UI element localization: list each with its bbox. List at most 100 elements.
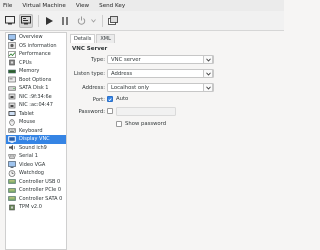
- os-icon: [8, 42, 16, 50]
- sidebar-item-label: Watchdog: [19, 170, 44, 177]
- password-field[interactable]: [116, 107, 176, 116]
- details-panel: Details XML VNC Server Type: VNC server …: [69, 32, 284, 250]
- hardware-list[interactable]: Overview OS information Performance CPUs…: [5, 32, 67, 250]
- sidebar-item-watchdog[interactable]: Watchdog: [6, 169, 66, 178]
- snapshot-icon: [108, 16, 118, 25]
- sidebar-item-label: Boot Options: [19, 76, 52, 83]
- tablet-icon: [8, 110, 16, 117]
- pause-button[interactable]: [58, 14, 72, 28]
- type-label: Type:: [91, 57, 105, 63]
- sidebar-item-label: Performance: [19, 51, 51, 58]
- listen-type-value: Address: [111, 70, 133, 77]
- pause-icon: [62, 16, 68, 25]
- mouse-icon: [8, 118, 16, 126]
- sidebar-item-controller-sata-0[interactable]: Controller SATA 0: [6, 195, 66, 204]
- sidebar-item-label: NIC :ac:04:47: [19, 102, 53, 109]
- sidebar-item-keyboard[interactable]: Keyboard: [6, 127, 66, 136]
- sidebar-item-label: CPUs: [19, 59, 32, 66]
- password-label: Password:: [78, 109, 105, 115]
- menu-virtual-machine[interactable]: Virtual Machine: [22, 3, 65, 9]
- controller-icon: [8, 178, 16, 185]
- address-select[interactable]: Localhost only: [107, 83, 214, 92]
- sidebar-item-tablet[interactable]: Tablet: [6, 110, 66, 119]
- menu-view[interactable]: View: [76, 3, 89, 9]
- nic-icon: [8, 102, 16, 109]
- toolbar-separator: [102, 14, 103, 27]
- console-button[interactable]: [3, 14, 17, 28]
- sidebar-item-label: Sound ich9: [19, 144, 47, 151]
- sidebar-item-label: Controller SATA 0: [19, 195, 63, 202]
- type-select[interactable]: VNC server: [107, 55, 214, 64]
- keyboard-icon: [8, 127, 16, 134]
- run-icon: [46, 16, 53, 25]
- sidebar-item-performance[interactable]: Performance: [6, 50, 66, 59]
- port-auto-label: Auto: [116, 96, 129, 102]
- sidebar-item-sata-disk-1[interactable]: SATA Disk 1: [6, 84, 66, 93]
- chevron-down-icon: [203, 69, 213, 78]
- port-label: Port:: [92, 97, 105, 103]
- sidebar-item-controller-pcie-0[interactable]: Controller PCIe 0: [6, 186, 66, 195]
- sidebar-item-label: Controller USB 0: [19, 178, 61, 185]
- port-auto-checkbox[interactable]: [107, 96, 113, 102]
- section-title: VNC Server: [72, 46, 108, 52]
- menubar: File Virtual Machine View Send Key: [0, 0, 284, 11]
- power-menu-button[interactable]: [90, 14, 97, 28]
- sidebar-item-memory[interactable]: Memory: [6, 67, 66, 76]
- listen-type-label: Listen type:: [73, 71, 105, 77]
- sidebar-item-label: Serial 1: [19, 153, 38, 160]
- sidebar-item-nic-2[interactable]: NIC :ac:04:47: [6, 101, 66, 110]
- tab-details[interactable]: Details: [70, 34, 96, 43]
- performance-icon: [8, 50, 16, 58]
- sidebar-item-label: SATA Disk 1: [19, 85, 49, 92]
- snapshot-button[interactable]: [106, 14, 120, 28]
- video-icon: [8, 161, 16, 169]
- sidebar-item-label: Overview: [19, 34, 43, 41]
- sidebar-item-label: Tablet: [19, 110, 34, 117]
- sidebar-item-serial-1[interactable]: Serial 1: [6, 152, 66, 161]
- address-value: Localhost only: [111, 84, 150, 91]
- sidebar-item-label: Display VNC: [19, 136, 50, 143]
- menu-send-key[interactable]: Send Key: [99, 3, 125, 9]
- sidebar-item-label: Mouse: [19, 119, 36, 126]
- controller-icon: [8, 187, 16, 194]
- listen-type-select[interactable]: Address: [107, 69, 214, 78]
- power-button[interactable]: [74, 14, 88, 28]
- menu-file[interactable]: File: [3, 3, 12, 9]
- sidebar-item-sound-ich9[interactable]: Sound ich9: [6, 144, 66, 153]
- sound-icon: [8, 144, 16, 151]
- port-auto-row: Auto: [107, 96, 128, 102]
- display-icon: [8, 135, 16, 143]
- address-label: Address:: [82, 85, 105, 91]
- sidebar-item-tpm-v2[interactable]: TPM v2.0: [6, 203, 66, 212]
- type-select-value: VNC server: [111, 56, 141, 63]
- sidebar-item-boot-options[interactable]: Boot Options: [6, 76, 66, 85]
- chevron-down-icon: [203, 55, 213, 64]
- console-icon: [5, 16, 15, 25]
- run-button[interactable]: [42, 14, 56, 28]
- details-button[interactable]: [19, 13, 33, 28]
- tab-xml[interactable]: XML: [96, 34, 115, 43]
- chevron-down-icon: [203, 83, 213, 92]
- sidebar-item-cpus[interactable]: CPUs: [6, 59, 66, 68]
- chevron-down-icon: [91, 18, 96, 23]
- nic-icon: [8, 93, 16, 100]
- power-icon: [77, 16, 85, 25]
- sidebar-item-os-information[interactable]: OS information: [6, 42, 66, 51]
- sidebar-item-nic-1[interactable]: NIC :9f:34:6e: [6, 93, 66, 102]
- disk-icon: [8, 85, 16, 92]
- toolbar-separator: [38, 14, 39, 27]
- sidebar-item-overview[interactable]: Overview: [6, 33, 66, 42]
- sidebar-item-display-vnc[interactable]: Display VNC: [6, 135, 66, 144]
- show-password-checkbox[interactable]: [116, 121, 122, 127]
- overview-icon: [8, 33, 16, 41]
- sidebar-item-controller-usb-0[interactable]: Controller USB 0: [6, 178, 66, 187]
- tpm-icon: [8, 204, 16, 211]
- sidebar-item-mouse[interactable]: Mouse: [6, 118, 66, 127]
- tab-bar: Details XML: [70, 34, 116, 43]
- sidebar-item-label: NIC :9f:34:6e: [19, 93, 52, 100]
- password-enable-row: [107, 108, 113, 114]
- details-icon: [21, 16, 31, 25]
- sidebar-item-label: Video VGA: [19, 161, 46, 168]
- password-enable-checkbox[interactable]: [107, 108, 113, 114]
- sidebar-item-video-vga[interactable]: Video VGA: [6, 161, 66, 170]
